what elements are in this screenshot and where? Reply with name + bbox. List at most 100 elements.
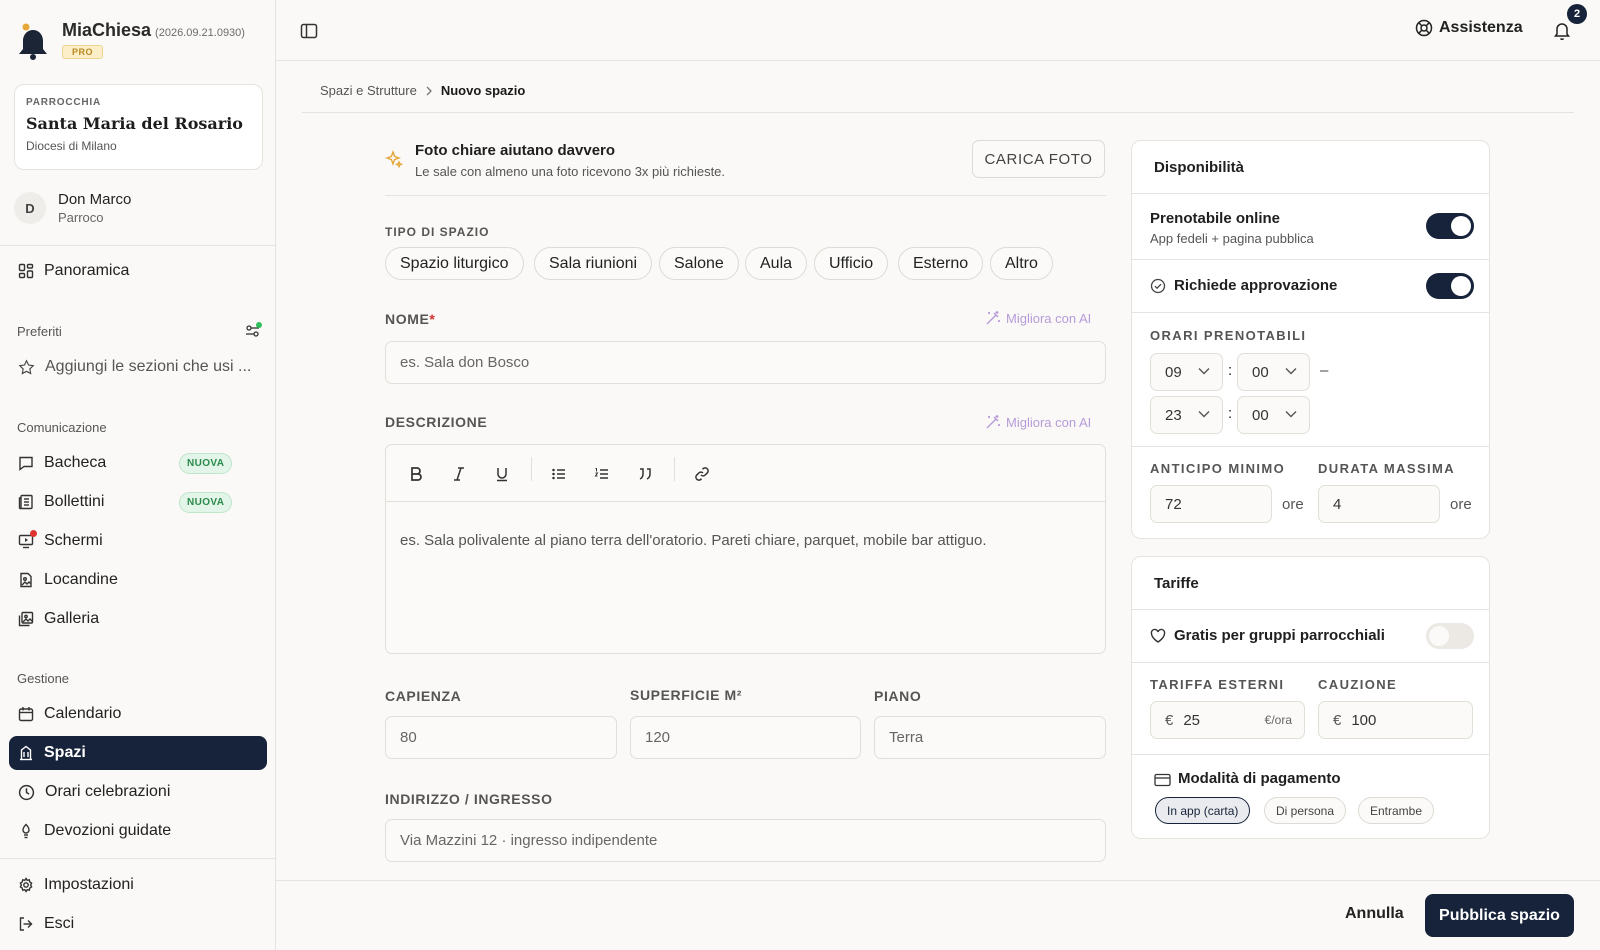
ai-improve-description-button[interactable]: Migliora con AI — [985, 414, 1091, 430]
rates-panel: Tariffe Gratis per gruppi parrocchiali T… — [1131, 556, 1490, 839]
favorites-add-label: Aggiungi le sezioni che usi ... — [45, 358, 252, 375]
user-profile[interactable]: D Don Marco Parroco — [14, 191, 131, 225]
nav-impostazioni-label: Impostazioni — [44, 876, 134, 893]
italic-icon[interactable] — [449, 464, 469, 484]
logout-icon — [18, 916, 34, 932]
approval-toggle[interactable] — [1426, 273, 1474, 299]
space-type-chip[interactable]: Altro — [990, 247, 1053, 280]
capacity-input[interactable]: 80 — [385, 716, 617, 759]
name-label-text: NOME — [385, 311, 430, 327]
avatar: D — [14, 192, 46, 224]
help-label: Assistenza — [1439, 19, 1523, 36]
payment-label: Modalità di pagamento — [1178, 770, 1341, 787]
cancel-button[interactable]: Annulla — [1345, 905, 1404, 923]
quote-icon[interactable] — [635, 464, 655, 484]
notifications-count: 2 — [1567, 4, 1587, 24]
tip-title: Foto chiare aiutano davvero — [415, 142, 616, 159]
space-type-chip[interactable]: Spazio liturgico — [385, 247, 524, 280]
payment-option-in-app[interactable]: In app (carta) — [1155, 797, 1251, 824]
brand[interactable]: MiaChiesa (2026.09.21.0930) PRO — [16, 20, 245, 62]
space-type-chip[interactable]: Aula — [745, 247, 808, 280]
external-rate-input[interactable]: € 25 €/ora — [1150, 701, 1305, 739]
parish-card[interactable]: PARROCCHIA Santa Maria del Rosario Dioce… — [14, 84, 263, 170]
deposit-input[interactable]: € 100 — [1318, 701, 1473, 739]
nav-calendario[interactable]: Calendario — [9, 697, 267, 731]
name-input[interactable]: es. Sala don Bosco — [385, 341, 1106, 384]
description-placeholder[interactable]: es. Sala polivalente al piano terra dell… — [386, 502, 1105, 579]
free-groups-toggle[interactable] — [1426, 623, 1474, 649]
ai-improve-label: Migliora con AI — [1006, 414, 1092, 430]
nav-devozioni[interactable]: Devozioni guidate — [9, 814, 267, 848]
help-button[interactable]: Assistenza — [1415, 19, 1523, 37]
ai-improve-name-button[interactable]: Migliora con AI — [985, 310, 1091, 326]
underline-icon[interactable] — [492, 464, 512, 484]
bold-icon[interactable] — [406, 464, 426, 484]
nav-schermi-label: Schermi — [44, 532, 103, 549]
bullet-list-icon[interactable] — [549, 464, 569, 484]
free-groups-label: Gratis per gruppi parrocchiali — [1174, 627, 1385, 644]
online-booking-toggle[interactable] — [1426, 213, 1474, 239]
rates-title: Tariffe — [1132, 557, 1489, 610]
nav-impostazioni[interactable]: Impostazioni — [9, 868, 267, 902]
numbered-list-icon[interactable] — [592, 464, 612, 484]
time-range-dash: – — [1320, 362, 1329, 379]
upload-photo-button[interactable]: CARICA FOTO — [972, 140, 1105, 178]
ai-improve-label: Migliora con AI — [1006, 310, 1092, 326]
sidebar: MiaChiesa (2026.09.21.0930) PRO PARROCCHI… — [0, 0, 276, 950]
space-type-chip[interactable]: Sala riunioni — [534, 247, 653, 280]
end-hour-select[interactable]: 23 — [1150, 396, 1223, 434]
space-type-label: TIPO DI SPAZIO — [385, 225, 490, 239]
publish-button[interactable]: Pubblica spazio — [1425, 894, 1574, 937]
payment-option-in-person[interactable]: Di persona — [1264, 797, 1347, 824]
end-minute-select[interactable]: 00 — [1237, 396, 1310, 434]
address-input[interactable]: Via Mazzini 12 · ingresso indipendente — [385, 819, 1106, 862]
surface-input[interactable]: 120 — [630, 716, 861, 759]
availability-title: Disponibilità — [1132, 141, 1489, 194]
breadcrumb-parent[interactable]: Spazi e Strutture — [320, 83, 417, 98]
favorites-add[interactable]: Aggiungi le sezioni che usi ... — [9, 350, 267, 384]
nav-orari[interactable]: Orari celebrazioni — [9, 775, 267, 809]
space-type-chip[interactable]: Salone — [659, 247, 739, 280]
space-type-chip[interactable]: Ufficio — [814, 247, 889, 280]
management-label: Gestione — [17, 671, 70, 686]
nav-schermi[interactable]: Schermi — [9, 524, 267, 558]
sparkle-icon — [385, 150, 403, 168]
payment-row: Modalità di pagamento In app (carta) Di … — [1132, 755, 1489, 838]
payment-option-both[interactable]: Entrambe — [1358, 797, 1435, 824]
nav-bacheca[interactable]: Bacheca NUOVA — [9, 446, 267, 480]
favorites-settings-icon[interactable] — [244, 322, 262, 340]
floor-label: PIANO — [874, 688, 922, 704]
chevron-down-icon — [1198, 367, 1210, 375]
photo-tip: Foto chiare aiutano davvero Le sale con … — [385, 140, 1106, 196]
start-hour-select[interactable]: 09 — [1150, 353, 1223, 391]
online-booking-row: Prenotabile online App fedeli + pagina p… — [1132, 194, 1489, 260]
sidebar-toggle-icon[interactable] — [300, 22, 318, 40]
brand-version: (2026.09.21.0930) — [155, 27, 245, 39]
tip-subtitle: Le sale con almeno una foto ricevono 3x … — [415, 164, 726, 179]
nav-overview[interactable]: Panoramica — [9, 254, 267, 288]
description-editor[interactable]: es. Sala polivalente al piano terra dell… — [385, 444, 1106, 654]
user-name: Don Marco — [58, 191, 132, 208]
nav-esci[interactable]: Esci — [9, 907, 267, 941]
required-mark: * — [429, 311, 436, 327]
notifications-bell-icon[interactable] — [1553, 21, 1571, 40]
nav-orari-label: Orari celebrazioni — [45, 783, 171, 800]
nav-galleria[interactable]: Galleria — [9, 602, 267, 636]
deposit-label: CAUZIONE — [1318, 677, 1398, 692]
clock-icon — [18, 784, 35, 801]
message-icon — [18, 455, 34, 471]
online-booking-subtitle: App fedeli + pagina pubblica — [1150, 231, 1314, 246]
advance-input[interactable]: 72 — [1150, 485, 1272, 523]
external-rate-value: 25 — [1183, 711, 1201, 729]
check-circle-icon — [1150, 278, 1166, 294]
nav-spazi[interactable]: Spazi — [9, 736, 267, 770]
space-type-chip[interactable]: Esterno — [898, 247, 984, 280]
parish-kicker: PARROCCHIA — [26, 97, 102, 108]
start-minute-select[interactable]: 00 — [1237, 353, 1310, 391]
heart-icon — [1150, 628, 1166, 644]
nav-bollettini[interactable]: Bollettini NUOVA — [9, 485, 267, 519]
max-duration-input[interactable]: 4 — [1318, 485, 1440, 523]
floor-input[interactable]: Terra — [874, 716, 1106, 759]
nav-locandine[interactable]: Locandine — [9, 563, 267, 597]
link-icon[interactable] — [692, 464, 712, 484]
